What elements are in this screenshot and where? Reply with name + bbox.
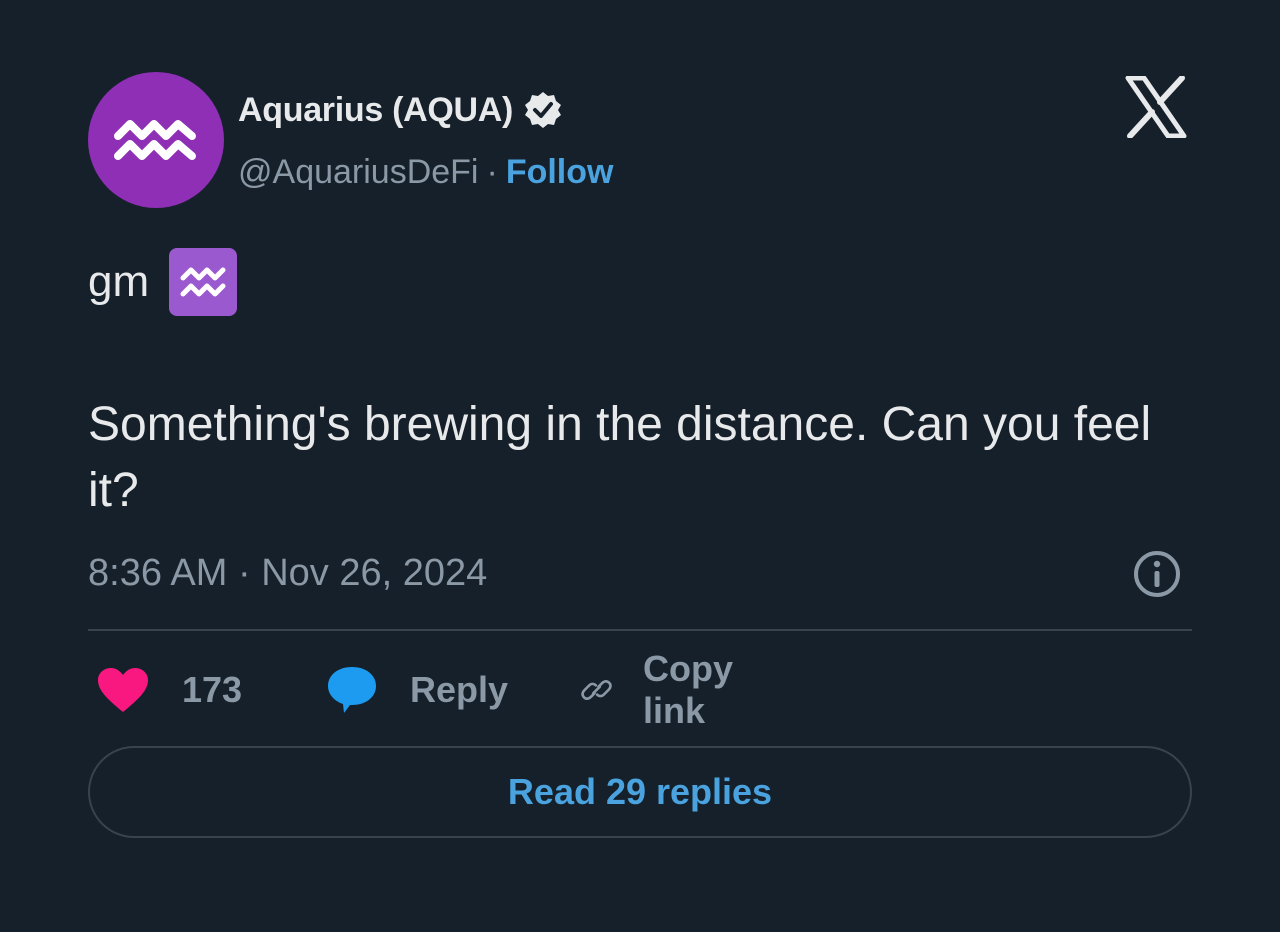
author-display-name[interactable]: Aquarius (AQUA): [238, 91, 513, 130]
author-avatar[interactable]: [88, 72, 224, 208]
author-name-row: Aquarius (AQUA): [238, 90, 563, 130]
info-icon[interactable]: [1131, 548, 1183, 600]
speech-bubble-icon: [328, 667, 376, 713]
follow-button[interactable]: Follow: [506, 153, 614, 192]
tweet-greeting-line: gm: [88, 248, 238, 316]
aquarius-emoji-icon: [169, 248, 238, 316]
like-button[interactable]: 173: [96, 664, 242, 716]
separator-dot: ·: [486, 153, 498, 191]
x-logo-icon[interactable]: [1124, 76, 1188, 138]
link-icon: [581, 680, 612, 700]
read-replies-button[interactable]: Read 29 replies: [88, 746, 1192, 838]
copy-link-button[interactable]: Copy link: [580, 648, 750, 731]
like-count: 173: [182, 669, 243, 710]
verified-badge-icon: [523, 90, 563, 130]
heart-icon: [98, 668, 148, 712]
author-handle[interactable]: @AquariusDeFi: [238, 153, 479, 192]
tweet-timestamp[interactable]: 8:36 AM · Nov 26, 2024: [88, 552, 487, 595]
tweet-greeting: gm: [88, 257, 150, 306]
aquarius-zodiac-icon: [114, 120, 196, 160]
tweet-embed-card: Aquarius (AQUA) @AquariusDeFi · Follow g…: [0, 0, 1280, 932]
divider: [88, 629, 1192, 631]
tweet-body-text: Something's brewing in the distance. Can…: [88, 398, 1152, 517]
author-handle-row: @AquariusDeFi · Follow: [238, 153, 613, 192]
reply-button[interactable]: Reply: [326, 664, 508, 716]
reply-label: Reply: [410, 669, 509, 710]
copy-link-label: Copy link: [643, 648, 734, 731]
